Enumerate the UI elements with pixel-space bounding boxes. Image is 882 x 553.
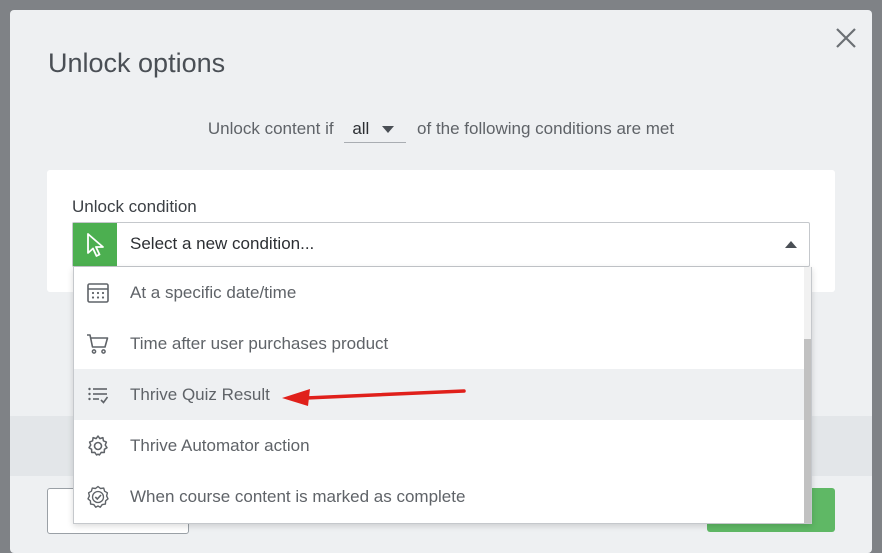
dropdown-item-purchase-time[interactable]: Time after user purchases product <box>74 318 811 369</box>
dropdown-scrollbar[interactable] <box>804 267 811 523</box>
dropdown-item-automator-action[interactable]: Thrive Automator action <box>74 420 811 471</box>
dropdown-scroll-thumb[interactable] <box>804 339 811 523</box>
unlock-prefix-text: Unlock content if <box>207 118 334 138</box>
badge-check-icon <box>87 485 109 508</box>
modal-title: Unlock options <box>48 48 226 78</box>
dropdown-item-date-time[interactable]: At a specific date/time <box>74 267 811 318</box>
chevron-up-icon <box>785 241 797 248</box>
calendar-icon <box>87 283 109 303</box>
condition-select[interactable]: Select a new condition... <box>72 222 810 267</box>
unlock-suffix-text: of the following conditions are met <box>417 118 675 138</box>
red-annotation-arrow <box>282 389 466 406</box>
dropdown-item-content-complete[interactable]: When course content is marked as complet… <box>74 471 811 522</box>
close-icon <box>836 28 856 48</box>
dropdown-item-label: Thrive Quiz Result <box>130 385 270 404</box>
close-button[interactable] <box>834 26 858 50</box>
unlock-rule-row: Unlock content if all of the following c… <box>10 116 872 143</box>
gear-icon <box>88 435 108 456</box>
chevron-down-icon <box>382 126 395 133</box>
cart-icon <box>87 334 109 354</box>
match-mode-value: all <box>352 119 370 138</box>
quiz-list-icon <box>88 387 109 404</box>
condition-select-placeholder: Select a new condition... <box>130 234 315 253</box>
condition-label: Unlock condition <box>72 197 197 216</box>
dropdown-item-label: When course content is marked as complet… <box>130 487 466 506</box>
dropdown-item-label: At a specific date/time <box>130 283 297 302</box>
dropdown-item-label: Thrive Automator action <box>130 436 310 455</box>
dropdown-item-label: Time after user purchases product <box>130 334 389 353</box>
match-mode-select[interactable]: all <box>344 116 407 143</box>
cursor-icon <box>73 223 117 266</box>
